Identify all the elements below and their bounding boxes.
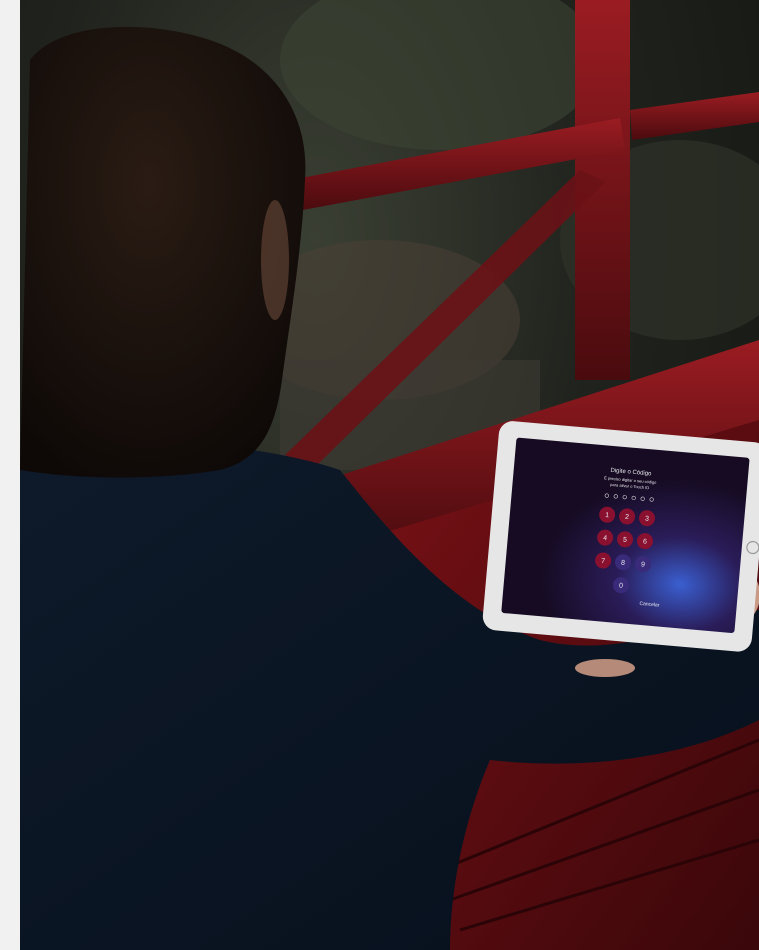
key-label-6: 6	[643, 538, 648, 545]
key-label-1: 1	[605, 512, 610, 519]
photo-scene: Digite o Código É preciso digitar o seu …	[20, 0, 759, 950]
ipad: Digite o Código É preciso digitar o seu …	[482, 421, 759, 652]
key-label-4: 4	[603, 535, 608, 542]
key-label-3: 3	[645, 516, 650, 523]
key-label-2: 2	[625, 514, 630, 521]
key-label-0: 0	[619, 583, 624, 590]
key-label-7: 7	[601, 558, 606, 565]
key-label-5: 5	[623, 537, 628, 544]
key-label-9: 9	[641, 561, 646, 568]
photo: Digite o Código É preciso digitar o seu …	[20, 0, 759, 950]
key-label-8: 8	[621, 560, 626, 567]
